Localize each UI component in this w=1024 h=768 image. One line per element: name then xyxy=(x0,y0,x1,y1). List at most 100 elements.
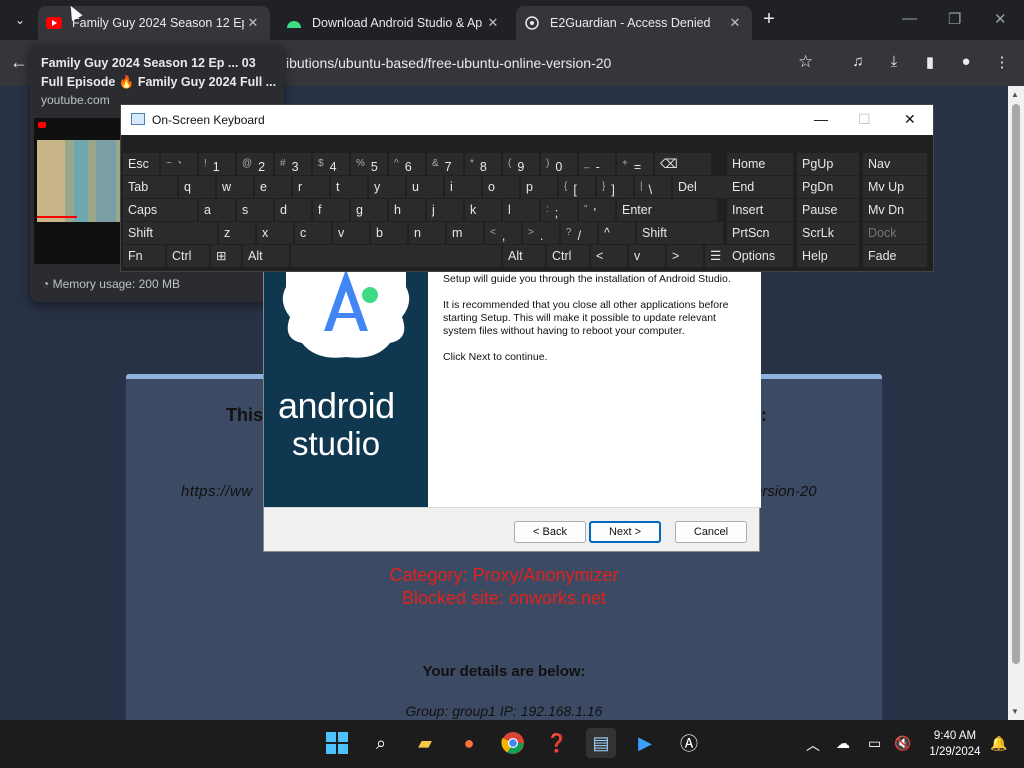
osk-key[interactable]: ^ xyxy=(599,222,635,244)
close-icon[interactable]: ✕ xyxy=(244,15,262,31)
osk-key[interactable]: PrtScn xyxy=(727,222,793,244)
osk-key[interactable]: #3 xyxy=(275,153,311,175)
osk-key[interactable]: x xyxy=(257,222,293,244)
osk-key[interactable]: z xyxy=(219,222,255,244)
osk-key[interactable]: t xyxy=(331,176,367,198)
osk-key[interactable]: Alt xyxy=(503,245,545,267)
osk-key[interactable]: Pause xyxy=(797,199,859,221)
osk-key[interactable]: b xyxy=(371,222,407,244)
osk-key[interactable]: Options xyxy=(727,245,793,267)
osk-key[interactable]: f xyxy=(313,199,349,221)
minimize-icon[interactable]: — xyxy=(902,10,917,27)
back-button[interactable]: < Back xyxy=(514,521,586,543)
osk-key[interactable]: ? / xyxy=(561,222,597,244)
profile-icon[interactable]: ● xyxy=(957,53,975,71)
firefox-button[interactable]: ● xyxy=(454,728,484,758)
notification-bell-icon[interactable]: 🔔 xyxy=(990,735,1007,752)
osk-key[interactable]: (9 xyxy=(503,153,539,175)
osk-key[interactable]: $4 xyxy=(313,153,349,175)
osk-key[interactable]: k xyxy=(465,199,501,221)
osk-key[interactable]: ) 0 xyxy=(541,153,577,175)
chevron-up-icon[interactable]: ︿ xyxy=(806,735,820,755)
osk-key[interactable]: ^ 6 xyxy=(389,153,425,175)
scroll-thumb[interactable] xyxy=(1012,104,1020,664)
osk-key[interactable]: s xyxy=(237,199,273,221)
osk-key[interactable]: PgUp xyxy=(797,153,859,175)
osk-key[interactable]: o xyxy=(483,176,519,198)
cancel-button[interactable]: Cancel xyxy=(675,521,747,543)
osk-key[interactable]: * 8 xyxy=(465,153,501,175)
osk-key[interactable]: >. xyxy=(523,222,559,244)
osk-key[interactable]: Enter xyxy=(617,199,717,221)
osk-key[interactable]: u xyxy=(407,176,443,198)
osk-key[interactable]: | \ xyxy=(635,176,671,198)
osk-key[interactable]: Tab xyxy=(123,176,177,198)
osk-key[interactable]: Del xyxy=(673,176,735,198)
osk-taskbar-button[interactable]: ▤ xyxy=(586,728,616,758)
download-icon[interactable]: ⤓ xyxy=(885,53,903,71)
scroll-up-icon[interactable]: ▲ xyxy=(1011,90,1019,99)
osk-key[interactable]: d xyxy=(275,199,311,221)
osk-key[interactable]: Fn xyxy=(123,245,165,267)
osk-key[interactable]: & 7 xyxy=(427,153,463,175)
osk-key[interactable]: ! 1 xyxy=(199,153,235,175)
osk-key[interactable]: q xyxy=(179,176,215,198)
new-tab-button[interactable]: + xyxy=(758,9,780,31)
tab-e2guardian[interactable]: E2Guardian - Access Denied ✕ xyxy=(516,6,752,40)
osk-key[interactable]: Help xyxy=(797,245,859,267)
osk-key[interactable]: ⊞ xyxy=(211,245,241,267)
osk-key[interactable]: Shift xyxy=(637,222,723,244)
osk-key[interactable]: Fade xyxy=(863,245,927,267)
address-bar[interactable]: ibutions/ubuntu-based/free-ubuntu-online… xyxy=(280,48,828,78)
osk-key[interactable]: p xyxy=(521,176,557,198)
restore-icon[interactable]: ❐ xyxy=(948,10,961,28)
osk-key[interactable]: v xyxy=(333,222,369,244)
osk-key[interactable]: i xyxy=(445,176,481,198)
bookmark-star-icon[interactable]: ☆ xyxy=(798,52,813,72)
osk-key[interactable]: <, xyxy=(485,222,521,244)
clock[interactable]: 9:40 AM 1/29/2024 xyxy=(922,728,988,760)
osk-key[interactable]: e xyxy=(255,176,291,198)
osk-key[interactable]: ~ ` xyxy=(161,153,197,175)
osk-key[interactable]: Nav xyxy=(863,153,927,175)
volume-icon[interactable]: 🔇 xyxy=(894,735,911,752)
osk-key[interactable]: < xyxy=(591,245,627,267)
side-panel-icon[interactable]: ▮ xyxy=(921,53,939,71)
osk-key[interactable]: + = xyxy=(617,153,653,175)
osk-key[interactable]: @2 xyxy=(237,153,273,175)
search-button[interactable]: ⌕ xyxy=(366,728,396,758)
osk-key[interactable]: y xyxy=(369,176,405,198)
osk-key[interactable]: Mv Up xyxy=(863,176,927,198)
scroll-down-icon[interactable]: ▼ xyxy=(1011,707,1019,716)
start-button[interactable] xyxy=(322,728,352,758)
back-arrow-icon[interactable]: ← xyxy=(10,52,28,73)
osk-key[interactable]: c xyxy=(295,222,331,244)
cloud-icon[interactable]: ☁ xyxy=(836,735,850,752)
osk-key[interactable]: Shift xyxy=(123,222,217,244)
osk-key[interactable]: g xyxy=(351,199,387,221)
chrome-button[interactable] xyxy=(498,728,528,758)
osk-key[interactable]: _ - xyxy=(579,153,615,175)
network-icon[interactable]: ▭ xyxy=(868,735,881,752)
page-scrollbar[interactable]: ▲ ▼ xyxy=(1008,86,1024,720)
osk-key[interactable]: ScrLk xyxy=(797,222,859,244)
media-player-button[interactable]: ▶ xyxy=(630,728,660,758)
osk-key[interactable]: }] xyxy=(597,176,633,198)
android-studio-taskbar-button[interactable]: Ⓐ xyxy=(674,728,704,758)
osk-key[interactable]: j xyxy=(427,199,463,221)
osk-key[interactable]: PgDn xyxy=(797,176,859,198)
osk-key[interactable]: a xyxy=(199,199,235,221)
osk-key[interactable]: v xyxy=(629,245,665,267)
osk-key[interactable]: h xyxy=(389,199,425,221)
tab-android-studio[interactable]: Download Android Studio & Ap ✕ xyxy=(278,6,510,40)
close-icon[interactable]: ✕ xyxy=(726,15,744,31)
help-button[interactable]: ❓ xyxy=(542,728,572,758)
osk-key[interactable]: Dock xyxy=(863,222,927,244)
osk-key[interactable]: % 5 xyxy=(351,153,387,175)
osk-key[interactable]: Alt xyxy=(243,245,289,267)
osk-key[interactable]: ⌫ xyxy=(655,153,711,175)
media-icon[interactable]: ♫ xyxy=(849,53,867,71)
next-button[interactable]: Next > xyxy=(589,521,661,543)
tab-search-button[interactable]: ⌄ xyxy=(6,8,34,32)
close-icon[interactable]: ✕ xyxy=(904,111,916,128)
